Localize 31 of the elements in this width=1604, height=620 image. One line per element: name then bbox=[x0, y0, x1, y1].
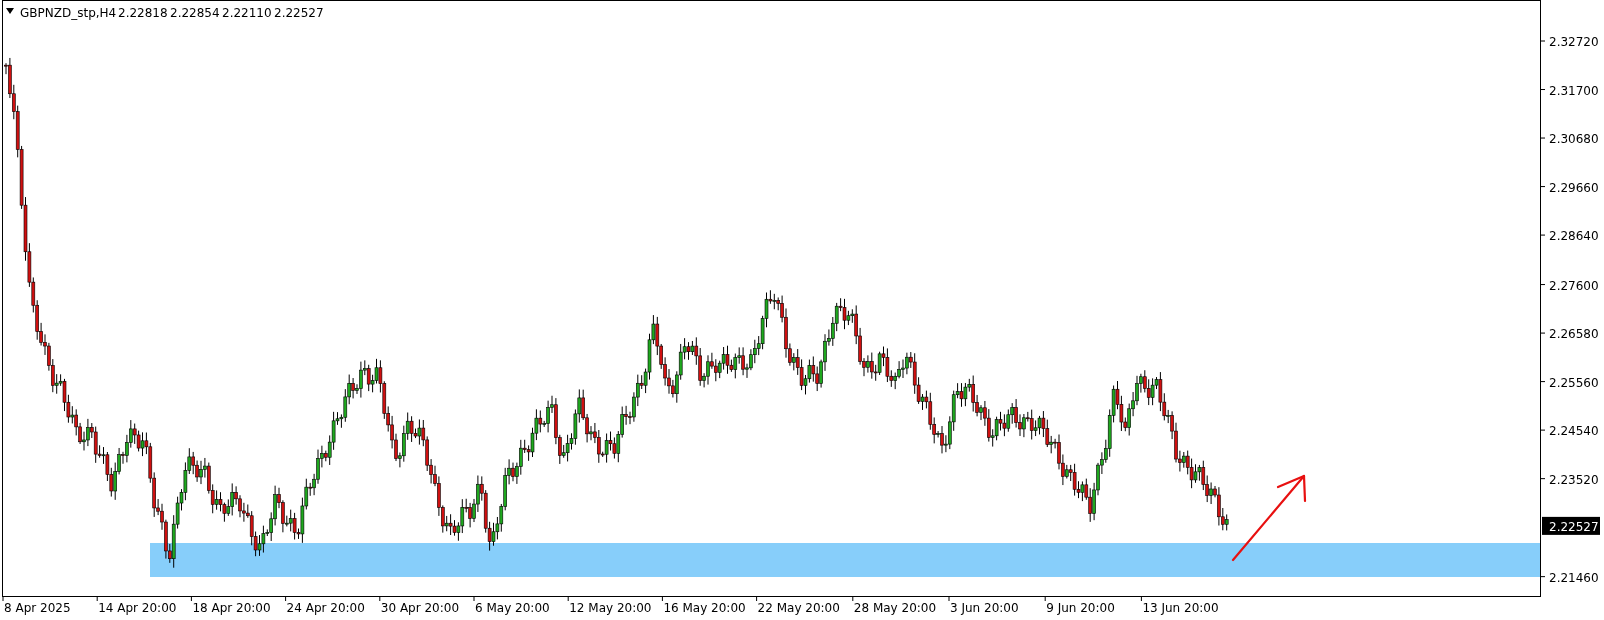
time-label: 3 Jun 20:00 bbox=[950, 601, 1019, 615]
time-label: 13 Jun 20:00 bbox=[1142, 601, 1219, 615]
price-label: 2.29660 bbox=[1549, 180, 1599, 195]
price-label: 2.30680 bbox=[1549, 132, 1599, 147]
price-label: 2.26580 bbox=[1549, 327, 1599, 342]
time-label: 24 Apr 20:00 bbox=[286, 601, 365, 615]
time-label: 12 May 20:00 bbox=[569, 601, 652, 615]
time-label: 22 May 20:00 bbox=[757, 601, 840, 615]
price-label: 2.32720 bbox=[1549, 35, 1599, 49]
price-label: 2.27600 bbox=[1549, 278, 1599, 293]
time-label: 14 Apr 20:00 bbox=[98, 601, 177, 615]
price-label: 2.31700 bbox=[1549, 83, 1599, 98]
time-label: 28 May 20:00 bbox=[853, 601, 937, 615]
price-label: 2.28640 bbox=[1549, 229, 1599, 244]
time-label: 16 May 20:00 bbox=[663, 601, 746, 615]
symbol-title: GBPNZD_stp,H4 bbox=[20, 6, 117, 20]
price-label: 2.25560 bbox=[1549, 375, 1599, 390]
dropdown-icon[interactable] bbox=[6, 8, 14, 14]
ohlc-value: 2.22527 bbox=[274, 6, 324, 20]
price-label: 2.23520 bbox=[1549, 472, 1599, 487]
price-label: 2.24540 bbox=[1549, 424, 1599, 439]
ohlc-value: 2.22854 bbox=[170, 6, 220, 20]
time-label: 8 Apr 2025 bbox=[4, 601, 71, 615]
time-label: 30 Apr 20:00 bbox=[380, 601, 460, 615]
ohlc-value: 2.22818 bbox=[118, 6, 168, 20]
time-label: 18 Apr 20:00 bbox=[192, 601, 271, 615]
time-label: 6 May 20:00 bbox=[475, 601, 550, 615]
ohlc-value: 2.22110 bbox=[222, 6, 272, 20]
time-label: 9 Jun 20:00 bbox=[1046, 601, 1115, 615]
current-price-tag: 2.22527 bbox=[1542, 516, 1600, 535]
price-label: 2.21460 bbox=[1549, 570, 1599, 585]
